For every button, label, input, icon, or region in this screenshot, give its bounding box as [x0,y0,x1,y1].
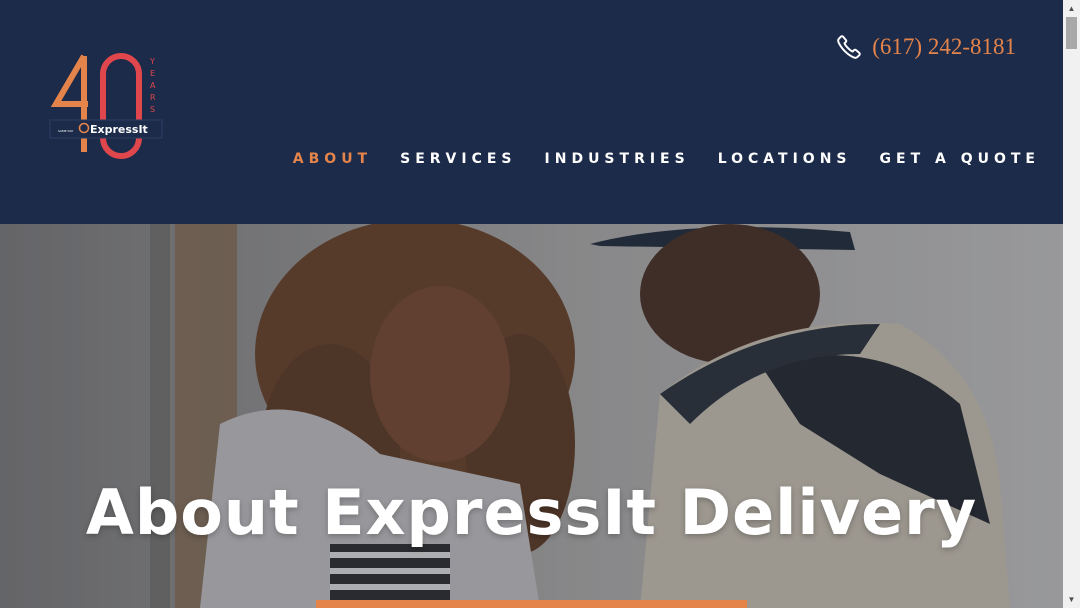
svg-text:YEARS: YEARS [149,57,157,114]
logo-40-years: YEARS SAME DAY ExpressIt [49,53,163,159]
phone-link[interactable]: (617) 242-8181 [836,34,1016,60]
hero-cta-button[interactable] [316,600,747,608]
scroll-thumb[interactable] [1066,17,1077,49]
nav-get-a-quote[interactable]: GET A QUOTE [880,151,1040,167]
hero-title: About ExpressIt Delivery [85,476,978,549]
hero-section: About ExpressIt Delivery [0,224,1063,608]
hero-overlay [0,224,1063,608]
scroll-down-arrow-icon[interactable]: ▼ [1063,591,1080,608]
site-header: YEARS SAME DAY ExpressIt (617) 242-8181 … [0,0,1063,224]
main-nav: ABOUT SERVICES INDUSTRIES LOCATIONS GET … [293,150,1040,168]
nav-about[interactable]: ABOUT [293,151,372,167]
svg-text:SAME DAY: SAME DAY [58,129,74,133]
phone-icon [837,35,862,59]
nav-locations[interactable]: LOCATIONS [718,151,852,167]
page-scrollbar[interactable]: ▲ ▼ [1063,0,1080,608]
scroll-up-arrow-icon[interactable]: ▲ [1063,0,1080,17]
phone-number: (617) 242-8181 [872,34,1016,59]
logo-link[interactable]: YEARS SAME DAY ExpressIt [46,52,166,164]
logo-name: ExpressIt [90,123,148,136]
nav-industries[interactable]: INDUSTRIES [545,151,690,167]
nav-services[interactable]: SERVICES [400,151,516,167]
